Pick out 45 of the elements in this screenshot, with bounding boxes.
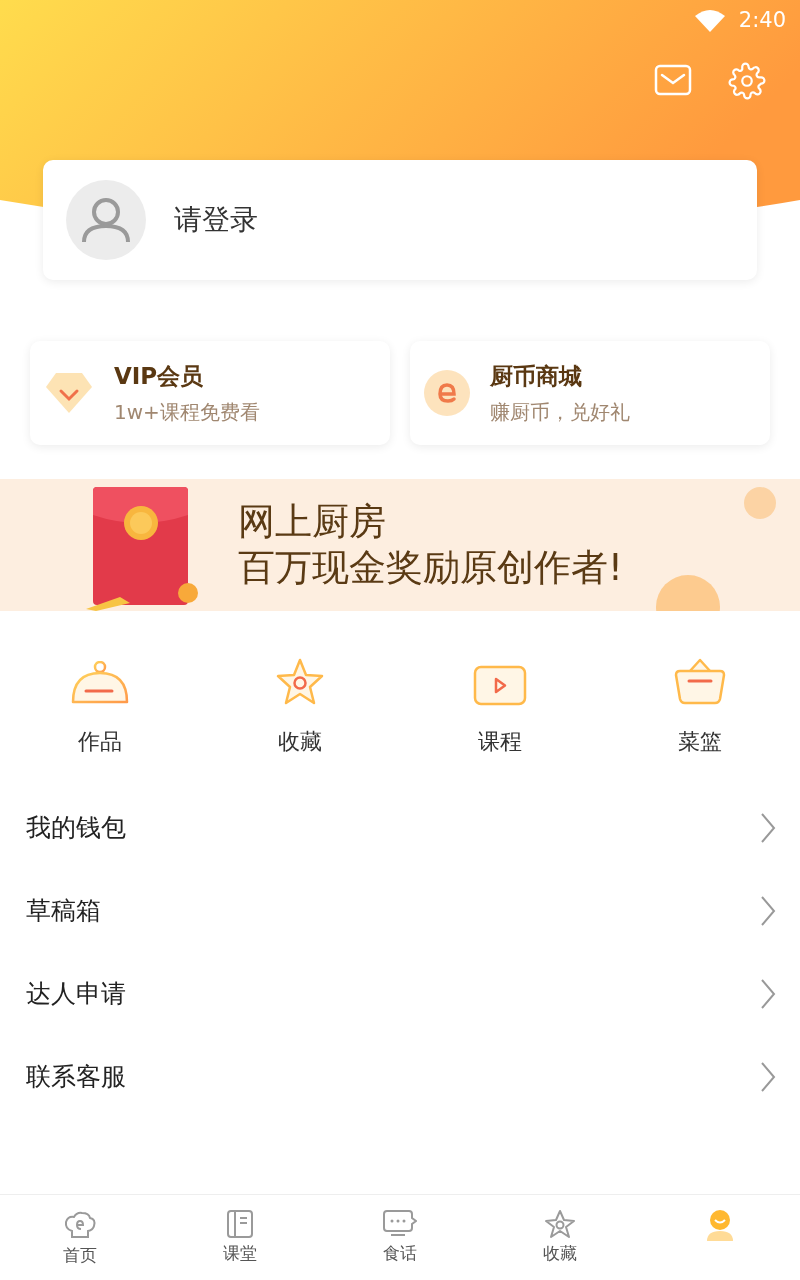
promo-banner[interactable]: 网上厨房 百万现金奖励原创作者! xyxy=(0,479,800,611)
star-icon xyxy=(274,657,326,707)
menu-label: 我的钱包 xyxy=(26,811,126,844)
menu-item[interactable]: 联系客服 xyxy=(0,1035,800,1118)
shortcut-label[interactable]: 菜篮 xyxy=(678,725,722,758)
card-title: VIP会员 xyxy=(114,361,205,391)
menu-label: 联系客服 xyxy=(26,1060,126,1093)
chevron-right-icon xyxy=(760,894,776,927)
chevron-right-icon xyxy=(760,1060,776,1093)
card-title: 厨币商城 xyxy=(490,361,583,391)
menu-item[interactable]: 达人申请 xyxy=(0,952,800,1035)
chevron-right-icon xyxy=(760,811,776,844)
login-prompt[interactable]: 请登录 xyxy=(174,199,258,241)
feature-card[interactable]: VIP会员 1w+课程免费看 xyxy=(30,341,390,445)
card-subtitle: 赚厨币，兑好礼 xyxy=(490,399,630,427)
feature-card[interactable]: 厨币商城 赚厨币，兑好礼 xyxy=(410,341,770,445)
settings-icon[interactable] xyxy=(728,62,766,100)
menu-label: 达人申请 xyxy=(26,977,126,1010)
diamond-icon xyxy=(44,371,94,415)
menu-item[interactable]: 我的钱包 xyxy=(0,786,800,869)
tab[interactable]: 食话 xyxy=(320,1195,480,1280)
card-subtitle: 1w+课程免费看 xyxy=(114,399,260,427)
play-icon xyxy=(473,665,527,707)
avatar-icon xyxy=(66,180,146,260)
login-card[interactable]: 请登录 xyxy=(43,160,757,280)
shortcut-label[interactable]: 作品 xyxy=(78,725,122,758)
tab[interactable]: 课堂 xyxy=(160,1195,320,1280)
shortcut-label[interactable]: 课程 xyxy=(478,725,522,758)
notebook-icon xyxy=(226,1209,254,1239)
chat-bubble-icon xyxy=(383,1209,417,1239)
mail-icon[interactable] xyxy=(654,64,692,96)
tab[interactable]: 首页 xyxy=(0,1195,160,1280)
menu-item[interactable]: 草稿箱 xyxy=(0,869,800,952)
banner-slogan: 百万现金奖励原创作者! xyxy=(238,545,623,591)
banner-title: 网上厨房 xyxy=(238,499,387,545)
tab[interactable]: 收藏 xyxy=(480,1195,640,1280)
menu-label: 草稿箱 xyxy=(26,894,101,927)
coin-icon xyxy=(424,370,470,416)
status-time: 2:40 xyxy=(738,7,786,35)
chef-hat-icon xyxy=(63,1209,97,1241)
shortcut-label[interactable]: 收藏 xyxy=(278,725,322,758)
wifi-icon xyxy=(694,10,725,32)
chevron-right-icon xyxy=(760,977,776,1010)
basket-icon xyxy=(672,657,728,707)
star-icon xyxy=(544,1209,576,1239)
